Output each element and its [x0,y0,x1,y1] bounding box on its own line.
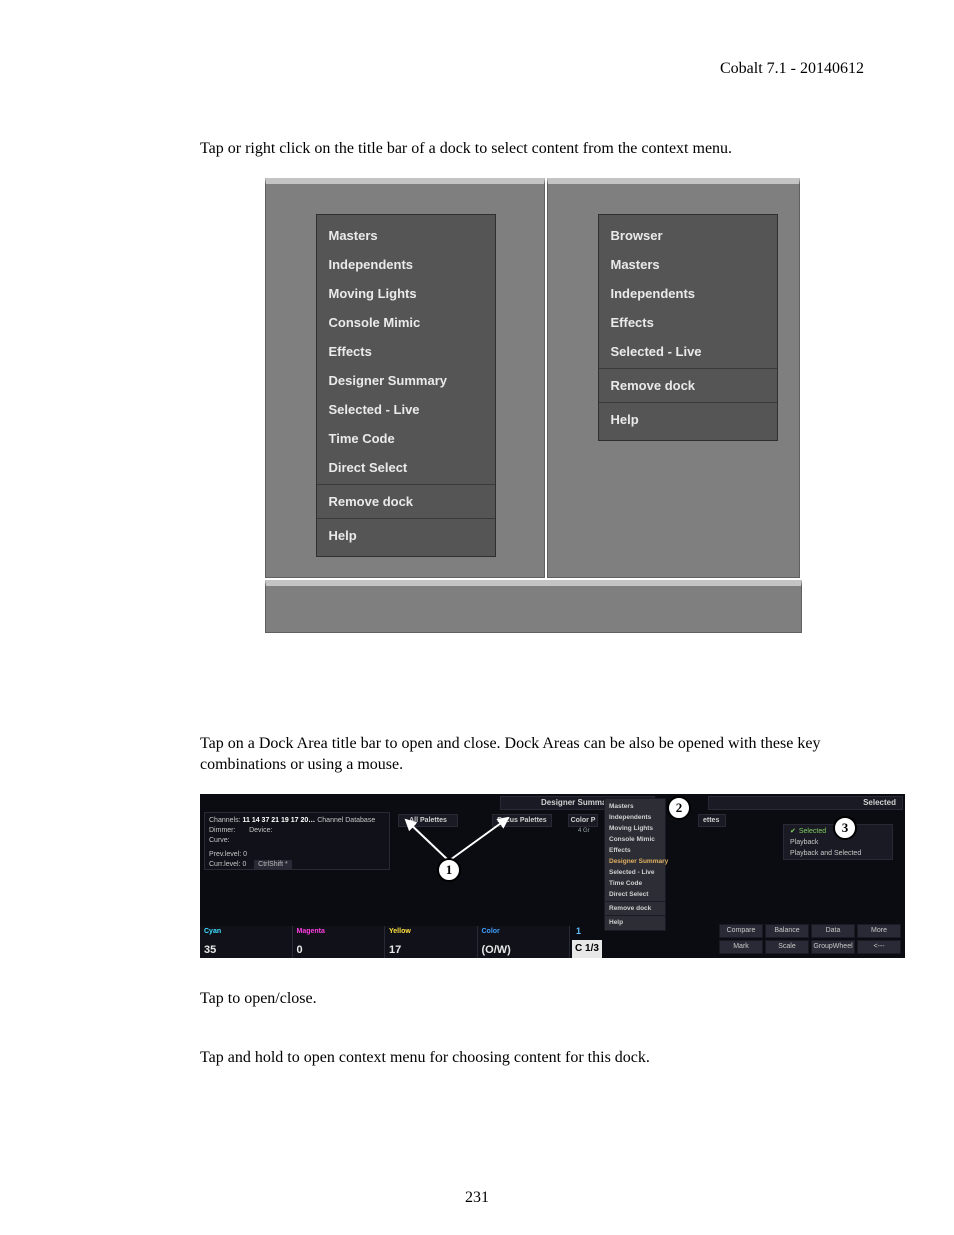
cmy-cyan: Cyan 35 [200,926,293,958]
cmy-row: Cyan 35 Magenta 0 Yellow 17 Color (O/W) [200,926,570,958]
tab-palettes-suffix[interactable]: ettes [698,814,726,827]
menu-item[interactable]: Time Code [317,424,495,453]
btn-groupwheel[interactable]: GroupWheel [811,940,855,954]
context-menu-long: Masters Independents Moving Lights Conso… [316,214,496,557]
dock-cell-right: Browser Masters Independents Effects Sel… [547,178,800,578]
menu-item[interactable]: Independents [317,250,495,279]
cmy-value: 0 [297,944,381,956]
menu-separator [599,402,777,403]
menu-item[interactable]: Designer Summary [317,366,495,395]
callout-1: 1 [437,858,461,882]
menu-item[interactable]: Masters [599,250,777,279]
context-menus-figure: Masters Independents Moving Lights Conso… [265,178,800,633]
cmy-value: 17 [389,944,473,956]
channels-label: Channels: [209,817,241,824]
menu-item[interactable]: Browser [599,221,777,250]
btn-more[interactable]: More [857,924,901,938]
menu-help[interactable]: Help [317,521,495,550]
cmy-label: Cyan [204,928,288,935]
btn-compare[interactable]: Compare [719,924,763,938]
subtab-label: 4 Gr [578,828,590,834]
document-page: Cobalt 7.1 - 20140612 Tap or right click… [0,0,954,1235]
context-menu-short: Browser Masters Independents Effects Sel… [598,214,778,441]
page-number-indicator: 1 [576,926,581,936]
ctx-item[interactable]: Console Mimic [605,834,665,845]
dimmer-label: Dimmer: [209,827,235,834]
menu-item[interactable]: Effects [599,308,777,337]
dock-cell-left: Masters Independents Moving Lights Conso… [265,178,545,578]
ctx-remove-dock[interactable]: Remove dock [605,903,665,914]
cmy-value: (O/W) [482,944,566,956]
cmy-label: Yellow [389,928,473,935]
dock-footer-bar [265,580,802,633]
sel-item-playback[interactable]: Playback [784,837,892,848]
channels-value: 11 14 37 21 19 17 20… [242,817,315,824]
menu-separator [317,484,495,485]
cmy-yellow: Yellow 17 [385,926,478,958]
menu-item[interactable]: Console Mimic [317,308,495,337]
channel-database-label: Channel Database [317,817,375,824]
ctx-item[interactable]: Effects [605,845,665,856]
btn-scale[interactable]: Scale [765,940,809,954]
menu-help[interactable]: Help [599,405,777,434]
page-indicator[interactable]: C 1/3 [572,940,602,958]
dock-title-selected[interactable]: Selected [708,796,903,810]
menu-item[interactable]: Masters [317,221,495,250]
cmy-magenta: Magenta 0 [293,926,386,958]
ctx-separator [605,915,665,916]
menu-separator [599,368,777,369]
curr-level: Curr.level: 0 [209,861,246,868]
btn-back[interactable]: <--- [857,940,901,954]
callout-3: 3 [833,816,857,840]
paragraph-4: Tap and hold to open context menu for ch… [200,1047,864,1069]
tab-all-palettes[interactable]: All Palettes [398,814,458,827]
menu-item[interactable]: Effects [317,337,495,366]
paragraph-1: Tap or right click on the title bar of a… [200,138,864,160]
console-screenshot: Designer Summary Selected Channels: 11 1… [200,794,905,958]
ctx-item[interactable]: Masters [605,801,665,812]
cmy-label: Color [482,928,566,935]
ctx-item[interactable]: Independents [605,812,665,823]
menu-item[interactable]: Selected - Live [599,337,777,366]
channel-info-pane: Channels: 11 14 37 21 19 17 20… Channel … [204,812,390,870]
sel-item-playback-selected[interactable]: Playback and Selected [784,848,892,859]
ctx-item[interactable]: Time Code [605,878,665,889]
ctx-item[interactable]: Selected - Live [605,867,665,878]
tab-color-palettes[interactable]: Color P [568,814,598,827]
ctrlshift-chip: CtrlShift * [254,860,292,870]
dock-context-menu: Masters Independents Moving Lights Conso… [604,798,666,931]
cmy-color: Color (O/W) [478,926,571,958]
callout-2: 2 [667,796,691,820]
menu-remove-dock[interactable]: Remove dock [599,371,777,400]
btn-balance[interactable]: Balance [765,924,809,938]
menu-separator [317,518,495,519]
btn-data[interactable]: Data [811,924,855,938]
ctx-item[interactable]: Direct Select [605,889,665,900]
ctx-help[interactable]: Help [605,917,665,928]
menu-remove-dock[interactable]: Remove dock [317,487,495,516]
prev-level: Prev.level: 0 [209,850,385,860]
menu-item[interactable]: Selected - Live [317,395,495,424]
cmy-label: Magenta [297,928,381,935]
device-label: Device: [249,827,272,834]
page-header: Cobalt 7.1 - 20140612 [200,60,864,78]
check-icon: ✔ [790,828,796,835]
paragraph-2: Tap on a Dock Area title bar to open and… [200,733,864,776]
curve-label: Curve: [209,836,385,846]
btn-mark[interactable]: Mark [719,940,763,954]
action-buttons: Compare Balance Data More Mark Scale Gro… [719,924,901,954]
menu-item[interactable]: Moving Lights [317,279,495,308]
cmy-value: 35 [204,944,288,956]
menu-item[interactable]: Independents [599,279,777,308]
ctx-item[interactable]: Moving Lights [605,823,665,834]
page-number: 231 [0,1189,954,1207]
ctx-item-highlighted[interactable]: Designer Summary [605,856,665,867]
menu-item[interactable]: Direct Select [317,453,495,482]
tab-focus-palettes[interactable]: Focus Palettes [492,814,552,827]
ctx-separator [605,901,665,902]
paragraph-3: Tap to open/close. [200,988,864,1010]
